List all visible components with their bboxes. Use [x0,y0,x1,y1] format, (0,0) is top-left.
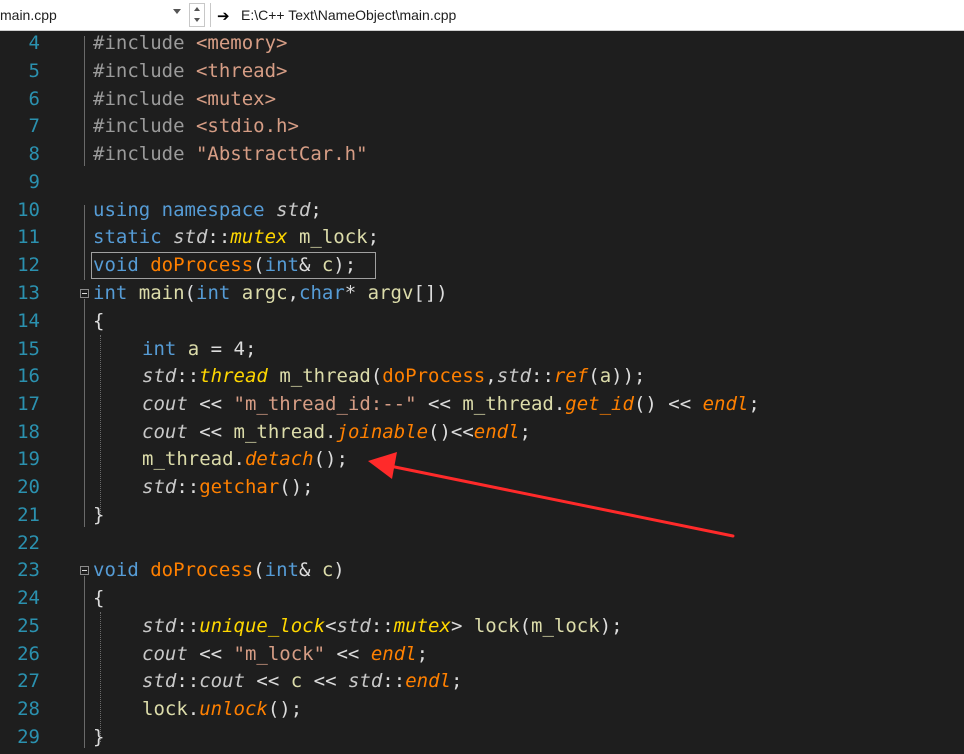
annotation-arrow [368,452,735,538]
